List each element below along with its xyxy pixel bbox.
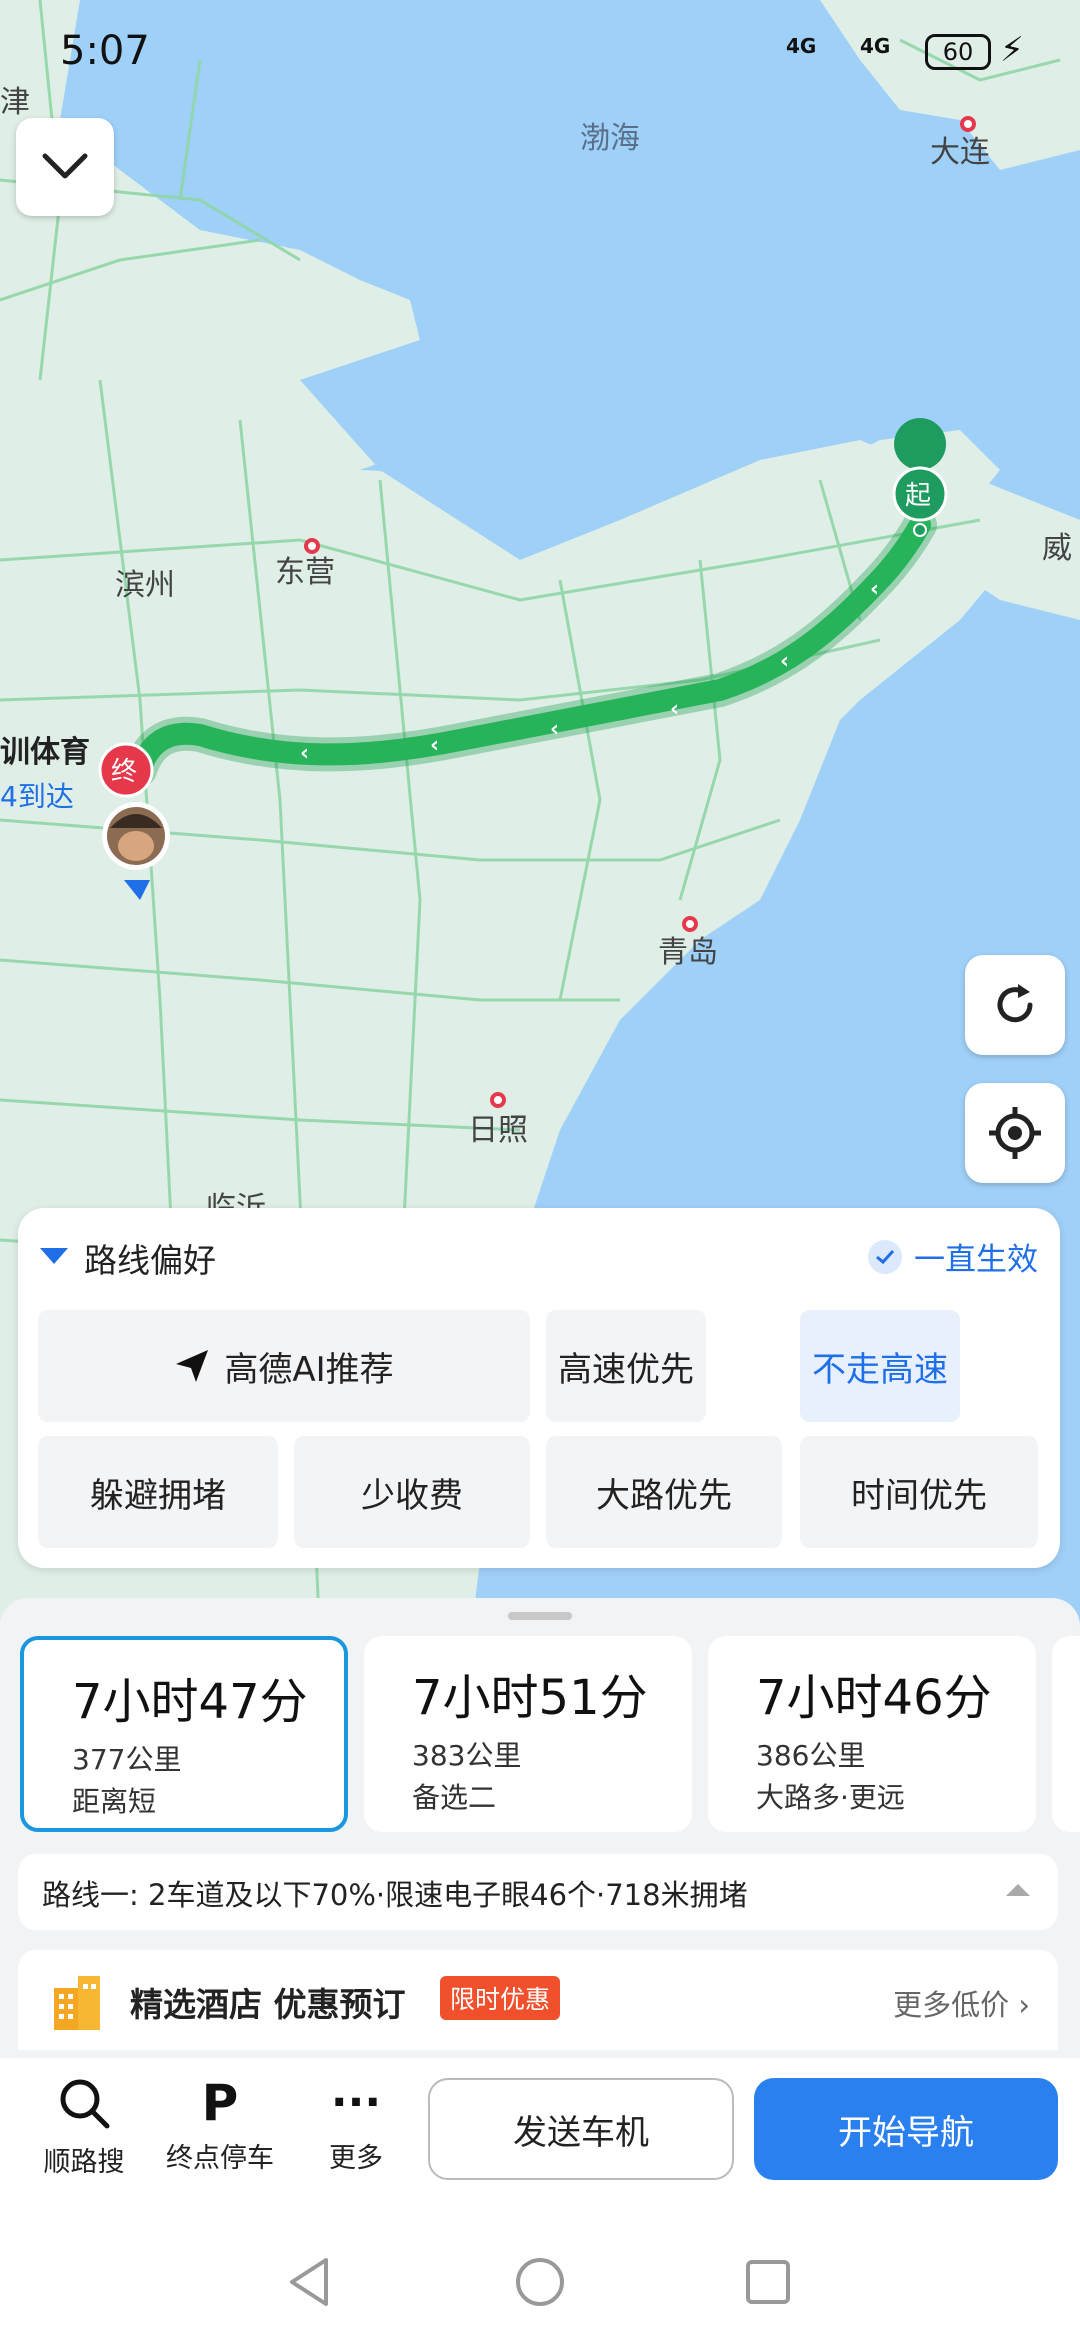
parking-icon: P (201, 2074, 239, 2132)
collapse-button[interactable] (16, 118, 114, 216)
route-time: 7小时46分 (756, 1670, 992, 1726)
promo-badge: 限时优惠 (440, 1976, 561, 2020)
svg-text:‹: ‹ (430, 733, 439, 758)
bottom-toolbar: 顺路搜 P 终点停车 ··· 更多 发送车机 开始导航 (0, 2058, 1080, 2224)
refresh-button[interactable] (965, 955, 1065, 1055)
status-bar: 5:07 4G 4G 60 ⚡ (0, 0, 1080, 110)
route-time: 7小时51分 (412, 1670, 648, 1726)
check-icon (868, 1239, 902, 1274)
route-time: 7小时47分 (72, 1674, 308, 1730)
route-distance: 377公里 (72, 1743, 182, 1776)
along-route-search-button[interactable]: 顺路搜 (24, 2076, 144, 2179)
svg-text:起: 起 (905, 481, 931, 511)
recents-icon[interactable] (744, 2258, 792, 2306)
route-preference-panel: 路线偏好 一直生效 高德AI推荐 高速优先 不走高速 躲避拥堵 少收费 大路优先… (18, 1208, 1060, 1568)
route-card-2[interactable]: 7小时51分 383公里 备选二 (364, 1636, 692, 1832)
always-effective-label: 一直生效 (914, 1242, 1038, 1278)
more-button[interactable]: ··· 更多 (296, 2076, 416, 2175)
route-card-1[interactable]: 7小时47分 377公里 距离短 (20, 1636, 348, 1832)
locate-icon (989, 1107, 1041, 1159)
locate-button[interactable] (965, 1083, 1065, 1183)
label-arrive: 4到达 (0, 780, 74, 813)
search-icon (60, 2079, 110, 2129)
preference-title: 路线偏好 (84, 1241, 216, 1280)
system-nav-bar (0, 2224, 1080, 2340)
label-tiyu: 训体育 (0, 735, 90, 770)
pref-avoid-congestion[interactable]: 躲避拥堵 (38, 1436, 278, 1548)
charging-icon: ⚡ (1000, 30, 1024, 70)
destination-parking-button[interactable]: P 终点停车 (160, 2076, 280, 2175)
triangle-down-icon[interactable] (40, 1248, 68, 1264)
svg-text:‹: ‹ (870, 577, 879, 602)
chevron-down-icon (42, 153, 88, 179)
signal-icon-2: 4G (860, 34, 891, 58)
label-bohai: 渤海 (580, 121, 640, 156)
battery-icon: 60 (925, 34, 991, 70)
svg-text:‹: ‹ (780, 649, 789, 674)
label-dalian: 大连 (930, 135, 990, 170)
svg-text:‹: ‹ (300, 741, 309, 766)
svg-text:‹: ‹ (550, 717, 559, 742)
status-time: 5:07 (60, 28, 150, 74)
refresh-icon (997, 984, 1033, 1023)
label-wei: 威 (1042, 531, 1072, 566)
route-tag: 备选二 (412, 1781, 497, 1814)
pref-highway-first[interactable]: 高速优先 (546, 1310, 706, 1422)
pref-main-road[interactable]: 大路优先 (546, 1436, 782, 1548)
end-marker[interactable]: 终 (98, 742, 154, 798)
drag-handle[interactable] (508, 1612, 572, 1620)
label-rizhao: 日照 (468, 1113, 528, 1148)
pref-less-toll[interactable]: 少收费 (294, 1436, 530, 1548)
route-info-bar[interactable]: 路线一: 2车道及以下70%·限速电子眼46个·718米拥堵 (18, 1854, 1058, 1930)
label-dongying: 东营 (275, 555, 335, 590)
label-binzhou: 滨州 (115, 568, 175, 603)
hotel-icon (54, 1976, 100, 2030)
send-to-car-button[interactable]: 发送车机 (428, 2078, 734, 2180)
route-distance: 386公里 (756, 1739, 866, 1772)
pref-time-first[interactable]: 时间优先 (800, 1436, 1038, 1548)
home-icon[interactable] (514, 2256, 566, 2308)
route-card-3[interactable]: 7小时46分 386公里 大路多·更远 (708, 1636, 1036, 1832)
svg-text:终: 终 (111, 757, 137, 787)
route-distance: 383公里 (412, 1739, 522, 1772)
more-price-link[interactable]: 更多低价 › (893, 1982, 1030, 2024)
route-card-4-partial[interactable] (1052, 1636, 1080, 1832)
always-effective-toggle[interactable]: 一直生效 (868, 1234, 1038, 1279)
back-icon[interactable] (286, 2256, 334, 2308)
svg-text:‹: ‹ (670, 697, 679, 722)
caret-up-icon (1006, 1884, 1030, 1896)
route-tag: 大路多·更远 (756, 1781, 905, 1814)
route-tag: 距离短 (72, 1785, 157, 1818)
send-arrow-icon (176, 1350, 209, 1382)
route-info-text: 路线一: 2车道及以下70%·限速电子眼46个·718米拥堵 (42, 1878, 748, 1912)
pref-avoid-highway[interactable]: 不走高速 (800, 1310, 960, 1422)
more-dots-icon: ··· (330, 2077, 382, 2128)
label-qingdao: 青岛 (658, 935, 718, 970)
hotel-banner[interactable]: 精选酒店 优惠预订 限时优惠 更多低价 › (18, 1950, 1058, 2050)
pref-ai-recommend[interactable]: 高德AI推荐 (38, 1310, 530, 1422)
hotel-title: 精选酒店 优惠预订 (130, 1985, 406, 2024)
start-navigation-button[interactable]: 开始导航 (754, 2078, 1058, 2180)
signal-icon-1: 4G (786, 34, 817, 58)
